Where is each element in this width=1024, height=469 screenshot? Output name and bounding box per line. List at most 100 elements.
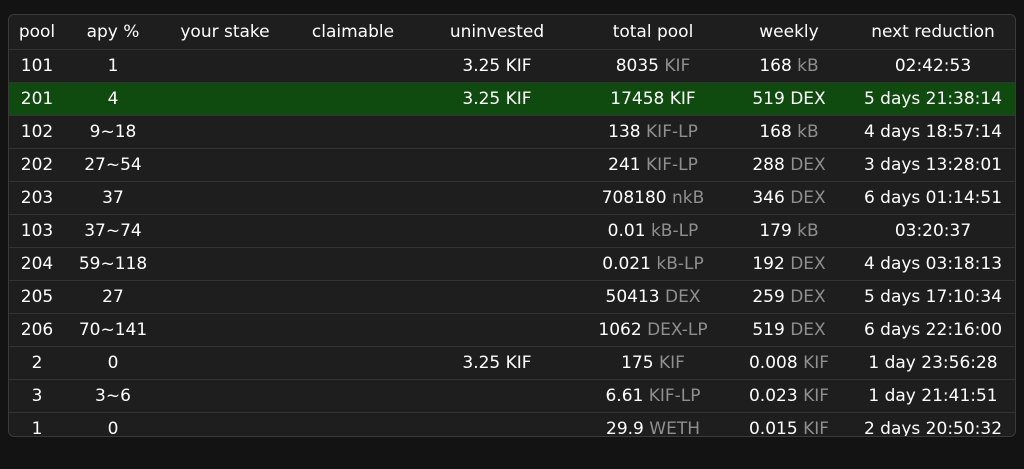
cell-your-stake [161,280,289,314]
column-header-total-pool[interactable]: total pool [577,15,729,50]
column-header-apy[interactable]: apy % [65,15,161,50]
pools-panel: pool apy % your stake claimable uninvested to… [8,14,1016,437]
cell-weekly-unit: kB [797,56,819,76]
cell-pool: 204 [9,247,65,281]
cell-weekly-value: 519 [752,89,785,109]
cell-weekly: 168 kB [729,115,849,149]
cell-uninvested [417,115,577,149]
cell-weekly-unit: kB [797,122,819,142]
cell-total-pool-unit: DEX [665,287,701,307]
cell-total-pool-unit: WETH [649,419,700,437]
cell-claimable [289,115,417,149]
cell-your-stake [161,82,289,116]
cell-total-pool: 175 KIF [577,346,729,380]
cell-your-stake [161,247,289,281]
cell-next-reduction: 6 days 22:16:00 [849,313,1015,347]
cell-apy: 3~6 [65,379,161,413]
table-row[interactable]: 204 59~118 0.021 kB-LP 192 DEX 4 days 03:18:… [9,247,1015,281]
cell-total-pool: 241 KIF-LP [577,148,729,182]
column-header-claimable[interactable]: claimable [289,15,417,50]
cell-pool: 3 [9,379,65,413]
column-header-uninvested[interactable]: uninvested [417,15,577,50]
cell-weekly: 179 kB [729,214,849,248]
cell-total-pool: 708180 nkB [577,181,729,215]
table-row[interactable]: 103 37~74 0.01 kB-LP 179 kB 03:20:37 [9,214,1015,248]
cell-weekly-value: 259 [752,287,785,307]
cell-weekly: 168 kB [729,49,849,83]
cell-weekly: 519 DEX [729,313,849,347]
table-row[interactable]: 206 70~141 1062 DEX-LP 519 DEX 6 days 22:16:… [9,313,1015,347]
cell-your-stake [161,346,289,380]
cell-pool: 2 [9,346,65,380]
cell-weekly: 346 DEX [729,181,849,215]
cell-uninvested: 3.25 KIF [417,49,577,83]
cell-pool: 201 [9,82,65,116]
cell-your-stake [161,379,289,413]
table-header: pool apy % your stake claimable uninvested to… [9,15,1015,50]
cell-weekly-unit: DEX [790,287,826,307]
cell-weekly-value: 0.015 [748,419,798,437]
column-header-your-stake[interactable]: your stake [161,15,289,50]
cell-total-pool-value: 175 [621,353,654,373]
cell-your-stake [161,412,289,436]
cell-weekly-value: 179 [759,221,792,241]
cell-total-pool-unit: kB-LP [650,221,699,241]
cell-claimable [289,214,417,248]
cell-claimable [289,412,417,436]
table-row[interactable]: 2 0 3.25 KIF 175 KIF 0.008 KIF 1 day 23:56:28 [9,346,1015,380]
cell-next-reduction: 6 days 01:14:51 [849,181,1015,215]
cell-total-pool-value: 17458 [610,89,665,109]
cell-total-pool-value: 241 [608,155,641,175]
cell-claimable [289,280,417,314]
cell-next-reduction: 4 days 03:18:13 [849,247,1015,281]
cell-total-pool-unit: KIF-LP [648,386,701,406]
cell-total-pool-unit: DEX-LP [647,320,708,340]
cell-weekly: 259 DEX [729,280,849,314]
cell-total-pool-unit: KIF-LP [646,122,698,142]
cell-total-pool: 0.021 kB-LP [577,247,729,281]
cell-total-pool-unit: KIF-LP [646,155,698,175]
cell-weekly: 0.015 KIF [729,412,849,437]
cell-total-pool: 138 KIF-LP [577,115,729,149]
cell-claimable [289,247,417,281]
table-row[interactable]: 102 9~18 138 KIF-LP 168 kB 4 days 18:57:14 [9,115,1015,149]
cell-claimable [289,82,417,116]
column-header-pool[interactable]: pool [9,15,65,50]
table-row[interactable]: 203 37 708180 nkB 346 DEX 6 days 01:14:51 [9,181,1015,215]
cell-total-pool-value: 138 [608,122,641,142]
table-row[interactable]: 101 1 3.25 KIF 8035 KIF 168 kB 02:42:53 [9,49,1015,83]
column-header-weekly[interactable]: weekly [729,15,849,50]
cell-next-reduction: 2 days 20:50:32 [849,412,1015,436]
cell-uninvested [417,148,577,182]
cell-uninvested [417,247,577,281]
cell-uninvested [417,181,577,215]
cell-total-pool-value: 29.9 [606,419,644,437]
cell-weekly-value: 168 [759,122,792,142]
cell-weekly-unit: kB [797,221,819,241]
cell-weekly-unit: KIF [803,419,830,437]
cell-claimable [289,181,417,215]
column-header-next-reduction[interactable]: next reduction [849,15,1015,50]
table-row[interactable]: 201 4 3.25 KIF 17458 KIF 519 DEX 5 days 21:38… [9,82,1015,116]
table-row[interactable]: 202 27~54 241 KIF-LP 288 DEX 3 days 13:28:01 [9,148,1015,182]
cell-total-pool-unit: nkB [672,188,705,208]
cell-total-pool: 17458 KIF [577,82,729,116]
table-row[interactable]: 3 3~6 6.61 KIF-LP 0.023 KIF 1 day 21:41:51 [9,379,1015,413]
table-row[interactable]: 205 27 50413 DEX 259 DEX 5 days 17:10:34 [9,280,1015,314]
cell-weekly-unit: DEX [790,320,826,340]
cell-total-pool-value: 50413 [605,287,660,307]
pools-table: pool apy % your stake claimable uninvested to… [9,15,1015,437]
cell-total-pool-value: 1062 [598,320,642,340]
cell-weekly-value: 168 [759,56,792,76]
cell-next-reduction: 02:42:53 [849,49,1015,83]
cell-total-pool-value: 6.61 [605,386,644,406]
cell-next-reduction: 1 day 21:41:51 [849,379,1015,413]
cell-next-reduction: 3 days 13:28:01 [849,148,1015,182]
cell-weekly-unit: DEX [790,89,826,109]
cell-total-pool: 6.61 KIF-LP [577,379,729,413]
table-row[interactable]: 1 0 29.9 WETH 0.015 KIF 2 days 20:50:32 [9,412,1015,437]
table-body: 101 1 3.25 KIF 8035 KIF 168 kB 02:42:53 201 4 3.… [9,49,1015,437]
cell-apy: 9~18 [65,115,161,149]
cell-your-stake [161,148,289,182]
cell-total-pool-unit: kB-LP [656,254,704,274]
